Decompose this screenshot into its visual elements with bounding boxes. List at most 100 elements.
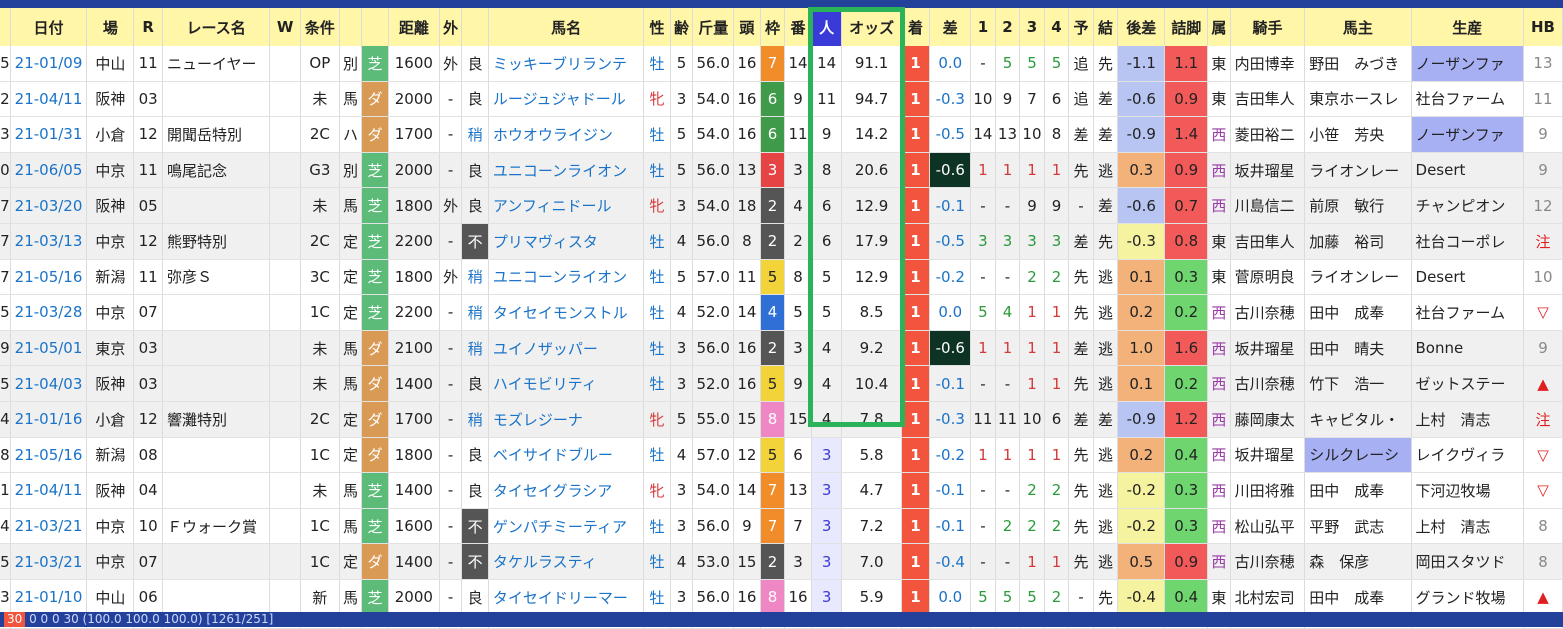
column-header-13[interactable]: 性 <box>643 8 671 46</box>
table-row[interactable]: 4 21-01/16 小倉 12 響灘特別 2C 定ダ 1700- 稍モズレジーナ牝 5 55.0 1… <box>0 401 1563 438</box>
column-header-22[interactable]: 差 <box>929 8 972 46</box>
column-header-5[interactable]: W <box>269 8 301 46</box>
column-header-31[interactable]: 属 <box>1207 8 1231 46</box>
cell-going: 稍 <box>461 116 489 153</box>
cell-horse-name[interactable]: タイセイドリーマー <box>488 579 645 616</box>
column-header-16[interactable]: 頭 <box>733 8 761 46</box>
cell-date[interactable]: 21-03/13 <box>10 223 88 260</box>
cell-horse-name[interactable]: ユニコーンライオン <box>488 152 645 189</box>
cell-distance: 1600 <box>388 46 440 82</box>
table-row[interactable]: 0 21-06/05 中京 11 鳴尾記念 G3 別芝 2000- 良ユニコーンライオン牡 5 56… <box>0 152 1563 189</box>
column-header-35[interactable]: HB <box>1523 8 1563 46</box>
column-header-17[interactable]: 枠 <box>760 8 786 46</box>
column-header-19[interactable]: 人 <box>811 8 843 46</box>
cell-horse-name[interactable]: タイセイグラシア <box>488 472 645 509</box>
cell-track: ダ <box>361 401 389 438</box>
cell-breeder: Desert <box>1411 152 1524 189</box>
column-header-29[interactable]: 後差 <box>1117 8 1166 46</box>
column-header-4[interactable]: レース名 <box>162 8 271 46</box>
cell-date[interactable]: 21-04/11 <box>10 472 88 509</box>
column-header-26[interactable]: 4 <box>1044 8 1070 46</box>
column-header-10[interactable]: 外 <box>439 8 463 46</box>
column-header-8[interactable] <box>361 8 389 46</box>
column-header-23[interactable]: 1 <box>970 8 996 46</box>
cell-date[interactable]: 21-03/21 <box>10 508 88 545</box>
table-row[interactable]: 5 21-01/09 中山 11 ニューイヤー OP 別芝 1600 外良ミッキーブリランテ牡 5… <box>0 46 1563 82</box>
column-header-2[interactable]: 場 <box>86 8 135 46</box>
cell-horse-name[interactable]: ユニコーンライオン <box>488 259 645 296</box>
column-header-0[interactable] <box>0 8 11 46</box>
table-row[interactable]: 4 21-03/21 中京 10 Ｆウォーク賞 1C 馬芝 1600- 不ゲンパチミーティア牡 3… <box>0 508 1563 545</box>
cell-horse-name[interactable]: モズレジーナ <box>488 401 645 438</box>
cell-horse-name[interactable]: ベイサイドブルー <box>488 437 645 474</box>
cell-pos3: 10 <box>1019 401 1045 438</box>
cell-w <box>269 81 301 118</box>
table-row[interactable]: 5 21-03/28 中京 07 1C 定芝 2200- 稍タイセイモンストル牡 4 52.0 14… <box>0 294 1563 331</box>
cell-owner: 平野 武志 <box>1304 508 1412 545</box>
table-row[interactable]: 9 21-05/01 東京 03 未馬ダ 2100- 稍ユイノザッパー牡 3 56.0 16 2 3 4… <box>0 330 1563 367</box>
column-header-25[interactable]: 3 <box>1019 8 1045 46</box>
cell-horse-name[interactable]: ルージュジャドール <box>488 81 645 118</box>
cell-date[interactable]: 21-04/03 <box>10 365 88 402</box>
column-header-30[interactable]: 詰脚 <box>1164 8 1209 46</box>
cell-horse-name[interactable]: プリマヴィスタ <box>488 223 645 260</box>
cell-class: 1C <box>300 508 340 545</box>
cell-date[interactable]: 21-05/01 <box>10 330 88 367</box>
table-row[interactable]: 1 21-04/11 阪神 04 未馬芝 1400- 良タイセイグラシア牝 3 54.0 14 7 1… <box>0 472 1563 509</box>
column-header-6[interactable]: 条件 <box>300 8 340 46</box>
table-row[interactable]: 3 21-01/10 中山 06 新馬芝 2000- 良タイセイドリーマー牡 3 56.0 16 8… <box>0 579 1563 616</box>
cell-date[interactable]: 21-01/16 <box>10 401 88 438</box>
cell-date[interactable]: 21-06/05 <box>10 152 88 189</box>
column-header-24[interactable]: 2 <box>995 8 1021 46</box>
cell-horse-name[interactable]: ホウオウライジン <box>488 116 645 153</box>
column-header-14[interactable]: 齢 <box>670 8 694 46</box>
cell-horse-name[interactable]: ユイノザッパー <box>488 330 645 367</box>
column-header-34[interactable]: 生産 <box>1411 8 1524 46</box>
cell-horse-name[interactable]: タイセイモンストル <box>488 294 645 331</box>
cell-date[interactable]: 21-01/10 <box>10 579 88 616</box>
table-row[interactable]: 5 21-04/03 阪神 03 未馬ダ 1400- 良ハイモビリティ牡 3 52.0 16 5 9 4… <box>0 365 1563 402</box>
column-header-21[interactable]: 着 <box>901 8 931 46</box>
cell-horse-name[interactable]: アンフィニドール <box>488 187 645 224</box>
cell-hb: 注 <box>1523 401 1563 438</box>
table-row[interactable]: 8 21-05/16 新潟 08 1C 定ダ 1800- 良ベイサイドブルー牡 4 57.0 12 5… <box>0 437 1563 474</box>
table-row[interactable]: 7 21-05/16 新潟 11 弥彦Ｓ 3C 定芝 1800 外稍ユニコーンライオン牡 5 57.… <box>0 259 1563 296</box>
cell-date[interactable]: 21-03/20 <box>10 187 88 224</box>
column-header-18[interactable]: 番 <box>784 8 812 46</box>
table-row[interactable]: 5 21-03/21 中京 07 1C 定ダ 1400- 不タケルラスティ牡 4 53.0 15 2 3… <box>0 543 1563 580</box>
cell-race-no: 12 <box>133 116 163 153</box>
column-header-7[interactable] <box>339 8 363 46</box>
column-header-3[interactable]: R <box>133 8 163 46</box>
cell-horse-name[interactable]: タケルラスティ <box>488 543 645 580</box>
cell-horse-name[interactable]: ミッキーブリランテ <box>488 46 645 82</box>
cell-date[interactable]: 21-03/28 <box>10 294 88 331</box>
column-header-20[interactable]: オッズ <box>841 8 902 46</box>
cell-late-diff: -0.6 <box>1117 187 1166 224</box>
cell-date[interactable]: 21-01/09 <box>10 46 88 82</box>
cell-horse-name[interactable]: ゲンパチミーティア <box>488 508 645 545</box>
cell-going: 不 <box>461 543 489 580</box>
cell-date[interactable]: 21-04/11 <box>10 81 88 118</box>
cell-gate: 5 <box>760 259 786 296</box>
cell-horse-name[interactable]: ハイモビリティ <box>488 365 645 402</box>
cell-date[interactable]: 21-01/31 <box>10 116 88 153</box>
column-header-12[interactable]: 馬名 <box>488 8 645 46</box>
cell-date[interactable]: 21-05/16 <box>10 259 88 296</box>
table-row[interactable]: 3 21-01/31 小倉 12 開聞岳特別 2C ハダ 1700- 稍ホウオウライジン牡 5 54… <box>0 116 1563 153</box>
table-row[interactable]: 7 21-03/20 阪神 05 未馬芝 1800 外良アンフィニドール牝 3 54.0 18 2 4… <box>0 187 1563 224</box>
cell-date[interactable]: 21-03/21 <box>10 543 88 580</box>
column-header-9[interactable]: 距離 <box>388 8 440 46</box>
column-header-11[interactable] <box>461 8 489 46</box>
column-header-33[interactable]: 馬主 <box>1304 8 1412 46</box>
cell-date[interactable]: 21-05/16 <box>10 437 88 474</box>
column-header-15[interactable]: 斤量 <box>692 8 735 46</box>
column-header-27[interactable]: 予 <box>1068 8 1094 46</box>
table-row[interactable]: 7 21-03/13 中京 12 熊野特別 2C 定芝 2200- 不プリマヴィスタ牡 4 56.0… <box>0 223 1563 260</box>
column-header-32[interactable]: 騎手 <box>1230 8 1306 46</box>
cell-pred: - <box>1068 187 1094 224</box>
cell-track: 芝 <box>361 472 389 509</box>
column-header-1[interactable]: 日付 <box>10 8 88 46</box>
column-header-28[interactable]: 結 <box>1093 8 1119 46</box>
cell-stable: 東 <box>1207 46 1231 82</box>
table-row[interactable]: 2 21-04/11 阪神 03 未馬ダ 2000- 良ルージュジャドール牝 3 54.0 16 6… <box>0 81 1563 118</box>
